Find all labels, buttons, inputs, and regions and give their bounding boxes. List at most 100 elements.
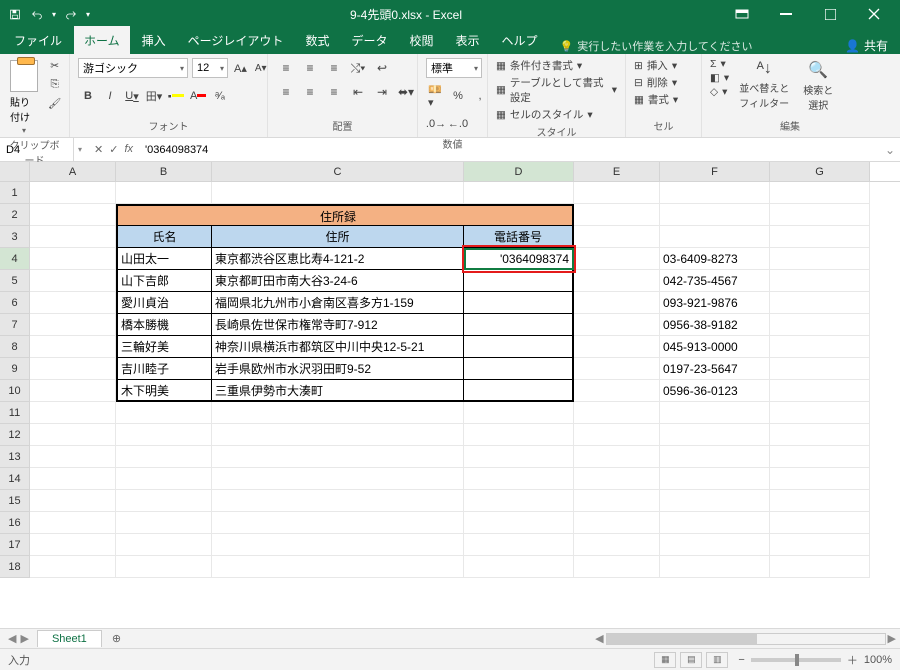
row-header[interactable]: 12	[0, 424, 30, 446]
cell[interactable]: 木下明美	[116, 380, 212, 402]
tell-me[interactable]: 💡 実行したい作業を入力してください	[550, 38, 832, 54]
row-header[interactable]: 3	[0, 226, 30, 248]
cell[interactable]: 東京都町田市南大谷3-24-6	[212, 270, 464, 292]
share-button[interactable]: 👤 共有	[833, 37, 900, 54]
cell[interactable]	[30, 490, 116, 512]
col-header-e[interactable]: E	[574, 162, 660, 181]
row-header[interactable]: 6	[0, 292, 30, 314]
cell[interactable]	[660, 490, 770, 512]
fill-button[interactable]: ◧▾	[710, 72, 729, 84]
sheet-tab[interactable]: Sheet1	[37, 630, 102, 647]
zoom-level[interactable]: 100%	[864, 654, 892, 666]
tab-view[interactable]: 表示	[445, 26, 489, 54]
cell[interactable]	[660, 446, 770, 468]
cell[interactable]: 住所録	[212, 204, 464, 226]
cell[interactable]	[212, 182, 464, 204]
align-right-icon[interactable]: ≡	[324, 82, 344, 102]
cell[interactable]	[770, 182, 870, 204]
clear-button[interactable]: ◇▾	[710, 86, 729, 98]
cell[interactable]	[212, 534, 464, 556]
format-cells-button[interactable]: ▦書式 ▾	[634, 92, 678, 107]
tab-data[interactable]: データ	[341, 26, 397, 54]
cell[interactable]	[770, 270, 870, 292]
cell[interactable]	[464, 314, 574, 336]
cell[interactable]: 山下吉郎	[116, 270, 212, 292]
cell[interactable]	[770, 380, 870, 402]
new-sheet-button[interactable]: ⊕	[102, 632, 131, 645]
cell[interactable]	[574, 556, 660, 578]
align-middle-icon[interactable]: ≡	[300, 58, 320, 78]
hscroll-right[interactable]: ▶	[888, 632, 896, 645]
cell[interactable]: 愛川貞治	[116, 292, 212, 314]
cell[interactable]: 03-6409-8273	[660, 248, 770, 270]
orientation-icon[interactable]: ⤭▾	[348, 58, 368, 78]
number-format-combo[interactable]: 標準	[426, 58, 482, 78]
cell[interactable]	[574, 292, 660, 314]
cell[interactable]: 吉川睦子	[116, 358, 212, 380]
cell[interactable]	[770, 490, 870, 512]
undo-icon[interactable]	[30, 7, 44, 21]
cell[interactable]	[770, 226, 870, 248]
row-header[interactable]: 15	[0, 490, 30, 512]
cell[interactable]: 岩手県欧州市水沢羽田町9-52	[212, 358, 464, 380]
cell[interactable]	[464, 534, 574, 556]
cell[interactable]	[574, 358, 660, 380]
cell[interactable]	[574, 270, 660, 292]
select-all-triangle[interactable]	[0, 162, 30, 181]
cell[interactable]: 三輪好美	[116, 336, 212, 358]
align-left-icon[interactable]: ≡	[276, 82, 296, 102]
cell[interactable]	[116, 424, 212, 446]
ribbon-options-icon[interactable]	[722, 0, 762, 28]
col-header-f[interactable]: F	[660, 162, 770, 181]
tab-file[interactable]: ファイル	[4, 26, 72, 54]
cell[interactable]: 福岡県北九州市小倉南区喜多方1-159	[212, 292, 464, 314]
cell[interactable]	[116, 534, 212, 556]
font-size-combo[interactable]: 12	[192, 58, 228, 78]
insert-cells-button[interactable]: ⊞挿入 ▾	[634, 58, 678, 73]
cut-icon[interactable]: ✂	[46, 58, 63, 74]
cell[interactable]: 0956-38-9182	[660, 314, 770, 336]
accounting-icon[interactable]: 💴▾	[426, 86, 446, 106]
cell[interactable]	[30, 182, 116, 204]
comma-icon[interactable]: ,	[470, 86, 490, 106]
format-as-table-button[interactable]: ▦テーブルとして書式設定 ▾	[496, 75, 617, 105]
zoom-out-button[interactable]: −	[738, 654, 744, 666]
save-icon[interactable]	[8, 7, 22, 21]
row-header[interactable]: 17	[0, 534, 30, 556]
tab-home[interactable]: ホーム	[74, 26, 130, 54]
cell[interactable]	[464, 380, 574, 402]
cell[interactable]: 東京都渋谷区恵比寿4-121-2	[212, 248, 464, 270]
row-header[interactable]: 7	[0, 314, 30, 336]
cell[interactable]: 0197-23-5647	[660, 358, 770, 380]
formula-input[interactable]: '0364098374	[141, 138, 880, 161]
cell[interactable]	[660, 204, 770, 226]
cell[interactable]: 042-735-4567	[660, 270, 770, 292]
row-header[interactable]: 9	[0, 358, 30, 380]
increase-font-icon[interactable]: A▴	[232, 60, 249, 77]
view-page-break-icon[interactable]: ▥	[706, 652, 728, 668]
row-header[interactable]: 8	[0, 336, 30, 358]
cell[interactable]	[660, 424, 770, 446]
zoom-slider[interactable]	[751, 658, 841, 662]
cell[interactable]	[660, 226, 770, 248]
cell[interactable]	[770, 336, 870, 358]
cell[interactable]	[574, 402, 660, 424]
cell[interactable]	[212, 556, 464, 578]
cell[interactable]	[574, 204, 660, 226]
cell[interactable]	[660, 534, 770, 556]
close-button[interactable]	[854, 0, 894, 28]
cell[interactable]	[770, 248, 870, 270]
col-header-b[interactable]: B	[116, 162, 212, 181]
tab-help[interactable]: ヘルプ	[492, 26, 548, 54]
cell[interactable]	[574, 226, 660, 248]
align-bottom-icon[interactable]: ≡	[324, 58, 344, 78]
cell[interactable]	[464, 556, 574, 578]
cell[interactable]	[212, 512, 464, 534]
enter-formula-icon[interactable]: ✓	[109, 143, 118, 156]
fill-color-button[interactable]: 🞍	[166, 86, 186, 106]
row-header[interactable]: 5	[0, 270, 30, 292]
italic-button[interactable]: I	[100, 86, 120, 106]
cell[interactable]	[212, 402, 464, 424]
cell[interactable]	[770, 204, 870, 226]
copy-icon[interactable]: ⎘	[46, 76, 63, 93]
